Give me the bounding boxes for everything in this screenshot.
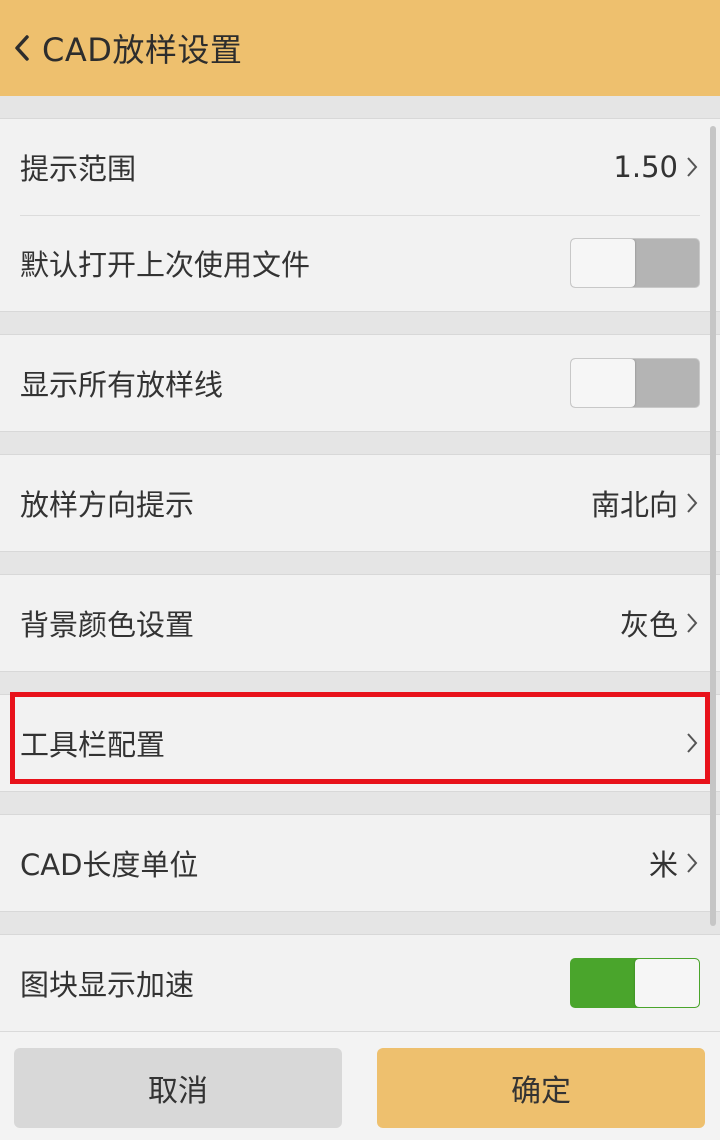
setting-label: 背景颜色设置 [20, 608, 195, 642]
section-gap [0, 912, 720, 934]
chevron-right-icon [687, 157, 698, 177]
section-gap [0, 552, 720, 574]
setting-background-color[interactable]: 背景颜色设置 灰色 [0, 575, 720, 671]
chevron-right-icon [687, 493, 698, 513]
settings-group-2: 显示所有放样线 [0, 334, 720, 432]
toggle-knob [635, 959, 699, 1007]
cancel-button[interactable]: 取消 [14, 1048, 342, 1128]
setting-block-display-accel: 图块显示加速 [0, 935, 720, 1031]
setting-label: 显示所有放样线 [20, 368, 224, 402]
section-gap [0, 432, 720, 454]
footer-bar: 取消 确定 [0, 1031, 720, 1140]
confirm-button[interactable]: 确定 [377, 1048, 705, 1128]
setting-value: 灰色 [619, 608, 678, 642]
page-title: CAD放样设置 [42, 31, 243, 69]
settings-group-7: 图块显示加速 [0, 934, 720, 1032]
settings-group-6: CAD长度单位 米 [0, 814, 720, 912]
section-gap [0, 96, 720, 118]
setting-label: 放样方向提示 [20, 488, 195, 522]
settings-group-5: 工具栏配置 [0, 694, 720, 792]
section-gap [0, 792, 720, 814]
setting-label: 提示范围 [20, 152, 137, 186]
setting-value: 南北向 [590, 488, 678, 522]
toggle-knob [571, 239, 635, 287]
app-header: CAD放样设置 [0, 0, 720, 96]
settings-group-1: 提示范围 1.50 默认打开上次使用文件 [0, 118, 720, 312]
settings-group-4: 背景颜色设置 灰色 [0, 574, 720, 672]
chevron-right-icon [687, 733, 698, 753]
setting-label: 工具栏配置 [20, 728, 166, 762]
setting-hint-range[interactable]: 提示范围 1.50 [0, 119, 720, 215]
section-gap [0, 672, 720, 694]
setting-show-all-lines: 显示所有放样线 [0, 335, 720, 431]
settings-group-3: 放样方向提示 南北向 [0, 454, 720, 552]
setting-open-last-file: 默认打开上次使用文件 [0, 215, 720, 311]
chevron-left-icon[interactable] [2, 0, 42, 96]
setting-label: 默认打开上次使用文件 [20, 248, 311, 282]
setting-label: 图块显示加速 [20, 968, 195, 1002]
settings-list: 提示范围 1.50 默认打开上次使用文件 显示所有放样线 放样方向提示 南北向 [0, 96, 720, 1032]
block-display-accel-toggle[interactable] [570, 958, 700, 1008]
show-all-lines-toggle[interactable] [570, 358, 700, 408]
open-last-file-toggle[interactable] [570, 238, 700, 288]
scrollbar[interactable] [710, 126, 716, 926]
chevron-right-icon [687, 613, 698, 633]
section-gap [0, 312, 720, 334]
setting-value: 米 [648, 848, 678, 882]
setting-value: 1.50 [613, 150, 678, 184]
setting-cad-length-unit[interactable]: CAD长度单位 米 [0, 815, 720, 911]
chevron-right-icon [687, 853, 698, 873]
toggle-knob [571, 359, 635, 407]
setting-toolbar-config[interactable]: 工具栏配置 [0, 695, 720, 791]
setting-direction-hint[interactable]: 放样方向提示 南北向 [0, 455, 720, 551]
setting-label: CAD长度单位 [20, 848, 199, 882]
